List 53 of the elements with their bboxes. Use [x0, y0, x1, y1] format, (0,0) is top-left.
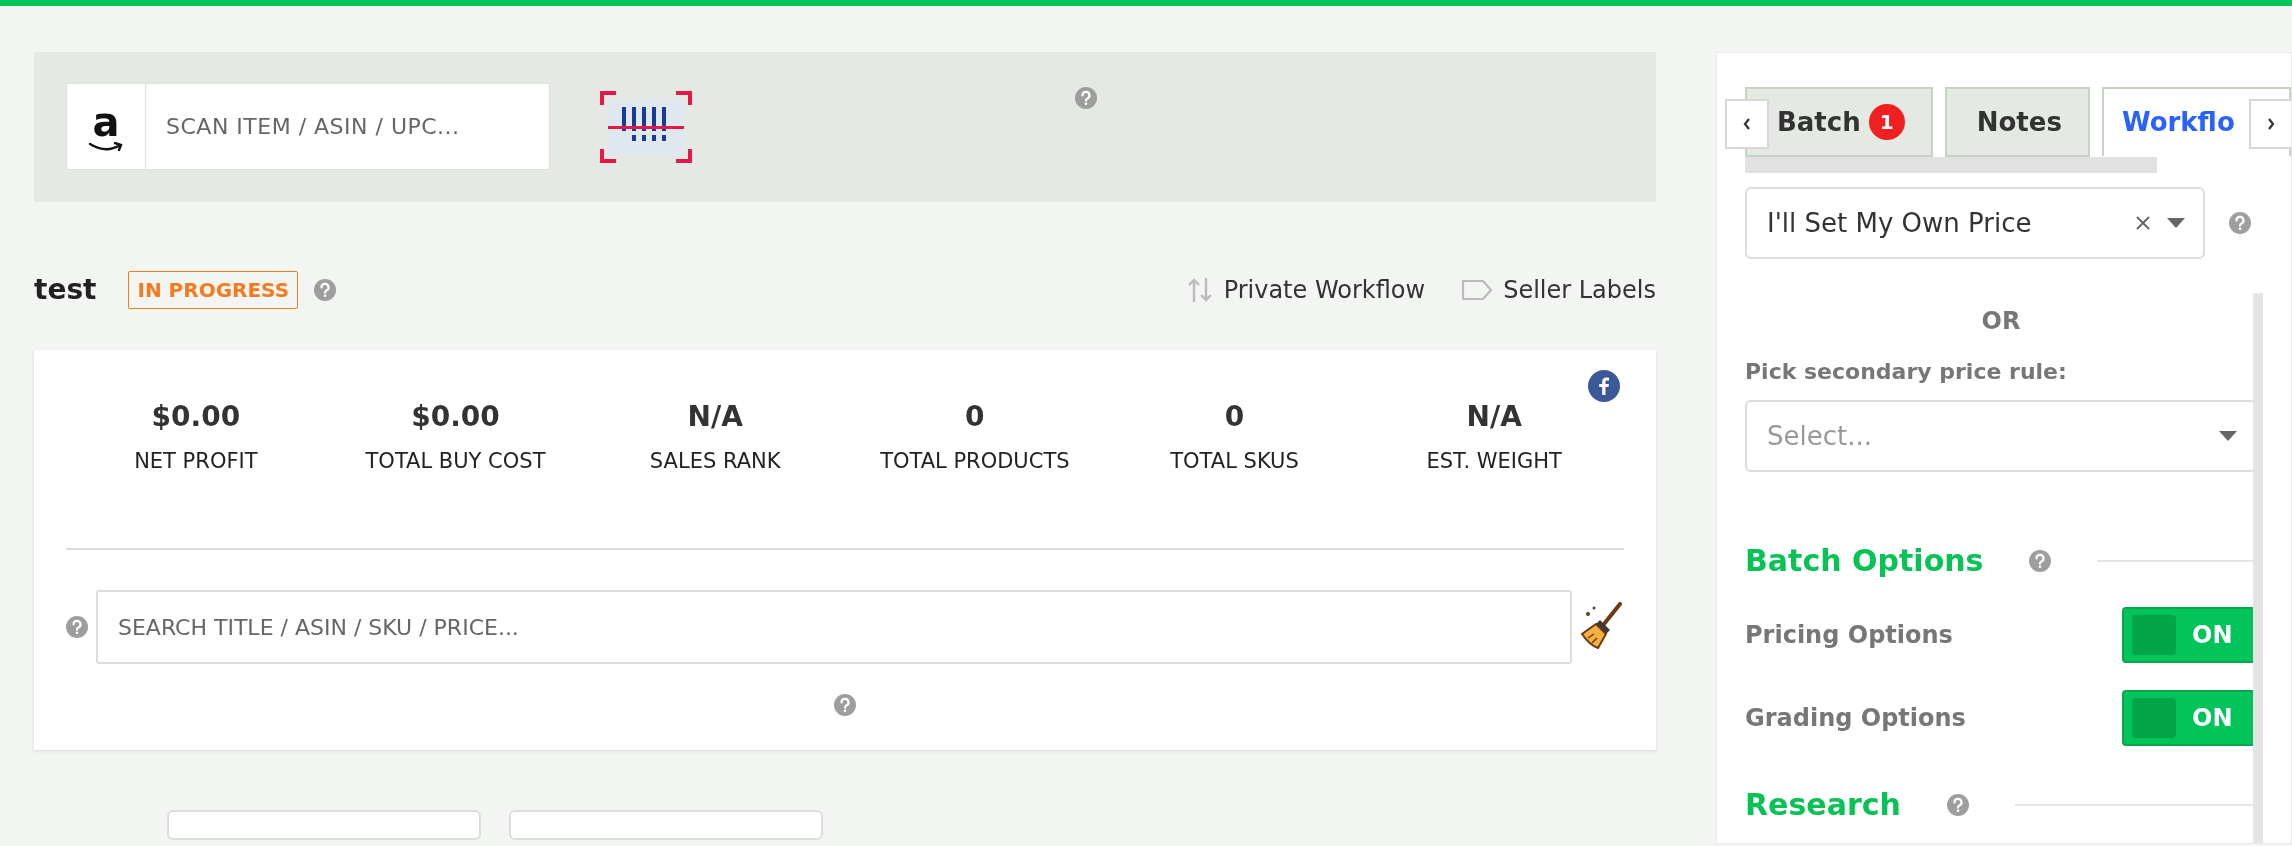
- stat-label: SALES RANK: [648, 447, 782, 475]
- stat-label: TOTAL BUY COST: [364, 447, 547, 475]
- search-field[interactable]: SEARCH TITLE / ASIN / SKU / PRICE...: [96, 590, 1572, 664]
- stat-value: N/A: [686, 400, 744, 434]
- stat-value: 0: [964, 400, 986, 434]
- barcode-scanner-icon[interactable]: [600, 91, 692, 163]
- stat-value: $0.00: [150, 400, 242, 434]
- help-icon[interactable]: [314, 279, 337, 301]
- scrollbar[interactable]: [2253, 293, 2263, 843]
- help-icon[interactable]: [834, 694, 856, 716]
- broom-icon[interactable]: [1580, 602, 1624, 652]
- help-icon[interactable]: [1075, 87, 1097, 109]
- link-button[interactable]: Private Workflow: [1185, 272, 1426, 308]
- section-title: Research: [1745, 786, 1901, 824]
- scan-field[interactable]: SCAN ITEM / ASIN / UPC...: [146, 83, 550, 170]
- outline-button[interactable]: [509, 810, 823, 840]
- count-badge: 1: [1868, 104, 1905, 140]
- help-icon[interactable]: [2029, 549, 2052, 572]
- option-label: Pricing Options: [1745, 620, 1953, 651]
- tab[interactable]: Batch 1: [1745, 87, 1933, 157]
- select-placeholder: Select...: [1767, 419, 1873, 453]
- caret-icon: [2167, 218, 2185, 228]
- stat-label: NET PROFIT: [133, 447, 259, 475]
- scrollbar[interactable]: [1745, 157, 2157, 173]
- section-title: Batch Options: [1745, 542, 1984, 580]
- stat-value: $0.00: [410, 400, 501, 434]
- chevron-right-icon: [2266, 117, 2276, 131]
- option-label: Grading Options: [1745, 703, 1966, 734]
- stat-value: N/A: [1465, 400, 1523, 434]
- scroll-left-button[interactable]: [1725, 99, 1769, 149]
- stat-label: TOTAL SKUS: [1169, 447, 1300, 475]
- help-icon[interactable]: [2229, 212, 2251, 234]
- status-badge: IN PROGRESS: [128, 271, 299, 309]
- stat-label: EST. WEIGHT: [1425, 447, 1563, 475]
- or-text: OR: [1980, 306, 2022, 337]
- facebook-icon[interactable]: [1588, 370, 1620, 402]
- help-icon[interactable]: [1946, 793, 1969, 816]
- price-rule-select[interactable]: I'll Set My Own Price: [1745, 187, 2205, 259]
- chevron-left-icon: [1742, 117, 1752, 131]
- field-label: Pick secondary price rule:: [1745, 358, 2068, 386]
- select-value: I'll Set My Own Price: [1767, 206, 2033, 240]
- tag-icon: [1461, 279, 1494, 301]
- caret-icon: [2219, 431, 2237, 441]
- stat-label: TOTAL PRODUCTS: [879, 447, 1071, 475]
- clear-icon[interactable]: [2135, 215, 2151, 231]
- help-icon[interactable]: [66, 616, 88, 638]
- tab[interactable]: Notes: [1944, 87, 2090, 157]
- scroll-right-button[interactable]: [2249, 99, 2291, 149]
- outline-button[interactable]: [167, 810, 481, 840]
- batch-title: test: [34, 272, 97, 308]
- link-button[interactable]: Seller Labels: [1461, 272, 1656, 308]
- stat-value: 0: [1223, 400, 1246, 434]
- logo: a: [66, 83, 146, 170]
